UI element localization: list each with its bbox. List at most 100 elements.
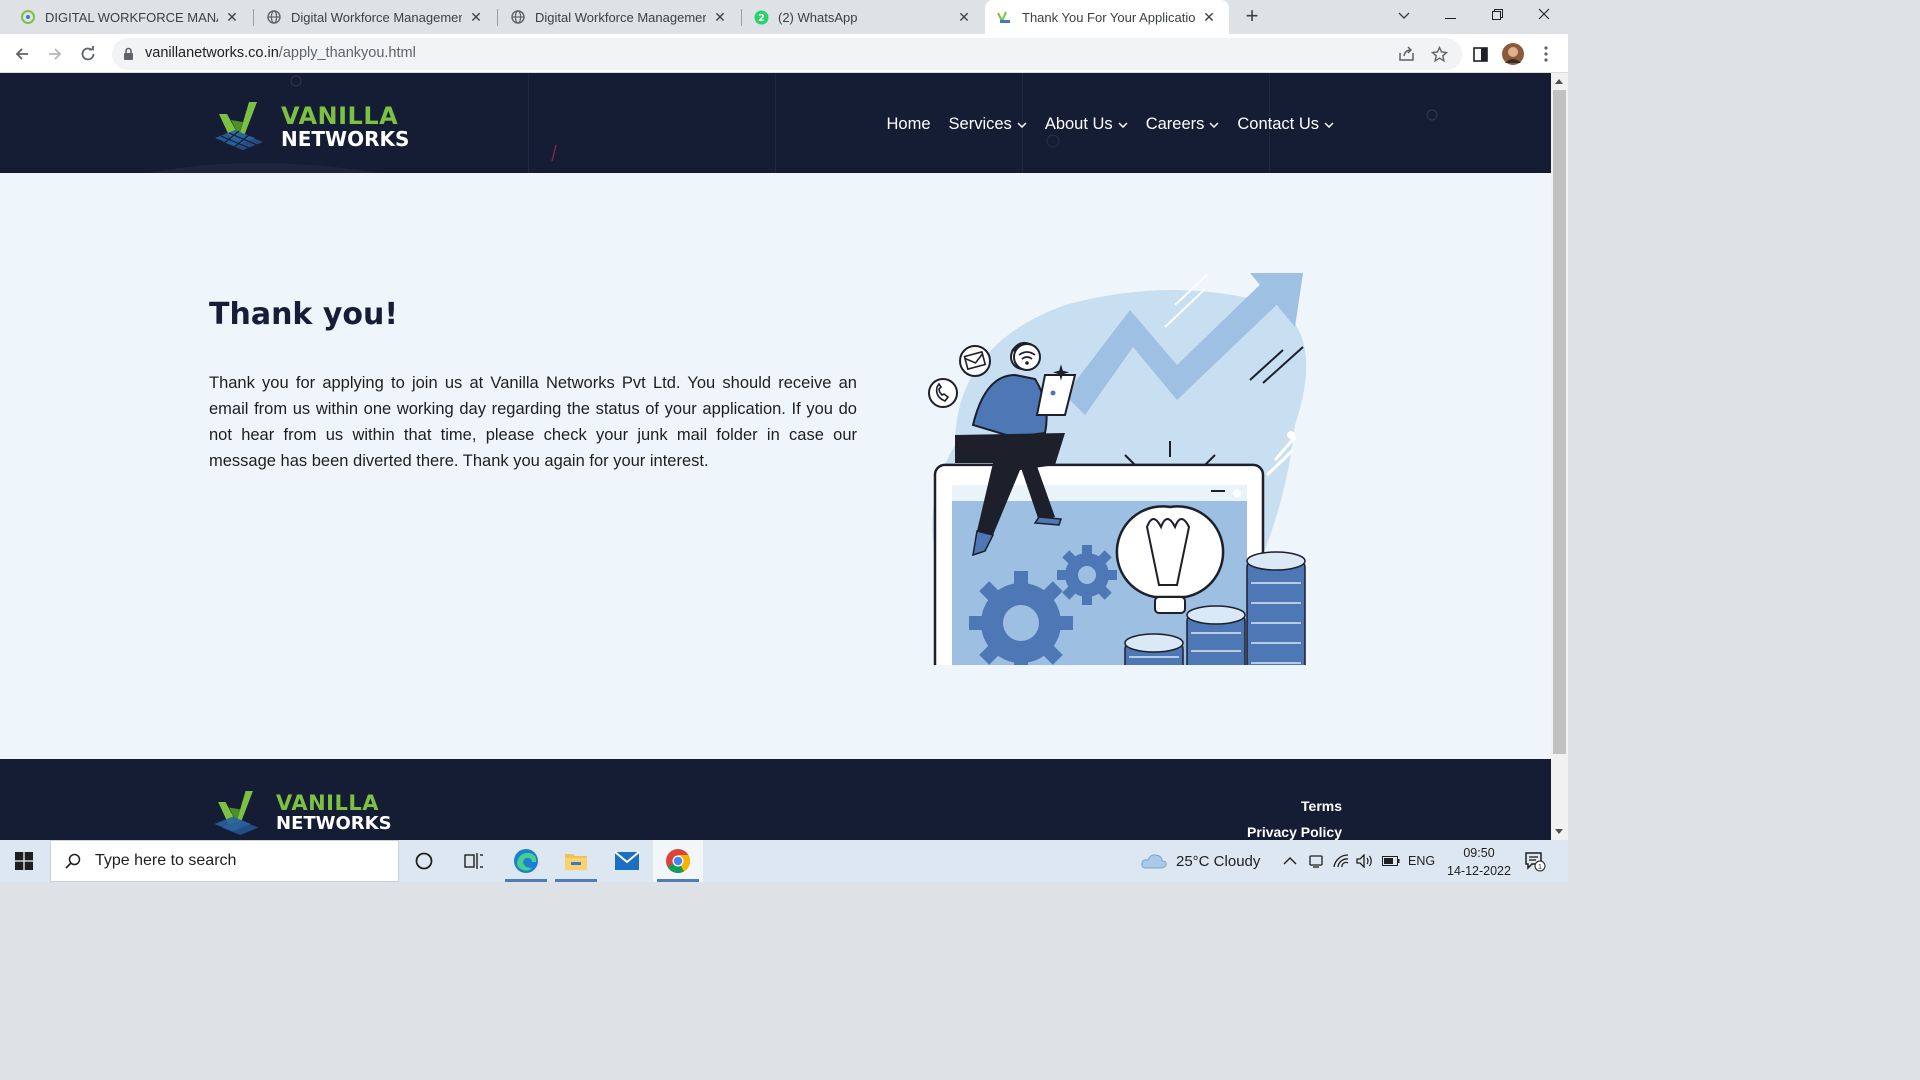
tab-title: DIGITAL WORKFORCE MANAGEMEN [45,9,218,25]
running-indicator [505,879,547,882]
notification-icon: 1 [1525,852,1546,872]
clock-date: 14-12-2022 [1447,864,1511,878]
thank-you-message: Thank you for applying to join us at Van… [209,374,857,470]
footer-link-terms[interactable]: Terms [1301,798,1342,814]
reload-button[interactable] [74,40,102,68]
nav-contact-us[interactable]: Contact Us [1237,115,1334,134]
nav-careers[interactable]: Careers [1146,115,1220,134]
weather-widget[interactable]: 25°C Cloudy [1140,840,1260,882]
site-logo[interactable]: VANILLA NETWORKS [209,100,409,152]
svg-text:1: 1 [1538,864,1542,871]
battery-icon[interactable] [1382,840,1400,882]
windows-start-button[interactable] [0,840,48,882]
task-view-button[interactable] [449,840,499,882]
show-hidden-icons-button[interactable] [1283,840,1297,882]
taskbar-mail[interactable] [602,840,652,882]
nav-label: Contact Us [1237,115,1319,133]
svg-text:2: 2 [758,13,765,24]
bookmark-star-icon[interactable] [1427,42,1451,66]
browser-tab[interactable]: 2 (2) WhatsApp ✕ [740,0,984,34]
browser-tab[interactable]: Digital Workforce Management S ✕ [496,0,740,34]
site-footer: VANILLA NETWORKS Terms Privacy Policy [0,759,1551,840]
nav-label: About Us [1044,115,1113,133]
chevron-down-icon [1324,121,1334,128]
taskbar-file-explorer[interactable] [551,840,601,882]
taskbar-edge[interactable] [501,840,551,882]
scroll-up-arrow-icon[interactable] [1555,79,1563,84]
nav-home[interactable]: Home [887,115,931,134]
search-icon [65,853,81,869]
profile-avatar[interactable] [1501,42,1525,66]
logo-text-networks: NETWORKS [276,813,392,834]
site-favicon-icon [20,9,36,25]
restore-window-button[interactable] [1474,0,1520,34]
footer-logo[interactable]: VANILLA NETWORKS [209,789,392,837]
lock-icon[interactable] [123,47,134,66]
taskbar-chrome[interactable] [653,840,703,882]
footer-link-privacy-policy[interactable]: Privacy Policy [1247,824,1342,840]
close-tab-icon[interactable]: ✕ [712,9,728,25]
logo-text-networks: NETWORKS [281,126,410,151]
new-tab-button[interactable]: + [1240,5,1264,29]
nav-label: Home [886,115,931,133]
cortana-button[interactable] [399,840,449,882]
weather-text: 25°C Cloudy [1176,852,1261,870]
nav-label: Services [948,115,1012,133]
cloud-icon [1141,854,1167,869]
page-scrollbar[interactable] [1551,73,1568,840]
main-navigation: Home Services About Us Careers Contact U… [887,115,1334,134]
scroll-down-arrow-icon[interactable] [1555,829,1563,834]
input-language[interactable]: ENG [1408,840,1435,882]
folder-icon [565,854,587,870]
close-tab-icon[interactable]: ✕ [224,9,240,25]
globe-icon [510,9,526,25]
chevron-up-icon [1283,857,1297,865]
chevron-down-icon [1017,121,1027,128]
wifi-icon[interactable] [1333,840,1349,882]
tab-search-chevron-icon[interactable] [1381,0,1427,34]
close-tab-icon[interactable]: ✕ [468,9,484,25]
browser-tab-active[interactable]: Thank You For Your Application ✕ [985,0,1229,34]
browser-tab[interactable]: DIGITAL WORKFORCE MANAGEMEN ✕ [0,0,252,34]
chevron-down-icon [1118,121,1128,128]
mail-icon [614,851,640,870]
address-bar[interactable]: vanillanetworks.co.in/apply_thankyou.htm… [112,38,1462,70]
forward-button[interactable] [41,40,69,68]
close-tab-icon[interactable]: ✕ [1201,9,1217,25]
close-tab-icon[interactable]: ✕ [956,9,972,25]
logo-mark-icon [215,102,263,150]
page-viewport: VANILLA NETWORKS Home Services About Us … [0,73,1551,840]
notification-center-button[interactable]: 1 [1524,840,1546,882]
tab-title: Thank You For Your Application [1022,9,1195,25]
tab-title: (2) WhatsApp [778,9,858,25]
nav-label: Careers [1145,115,1205,133]
page-title: Thank you! [209,297,399,332]
running-indicator [555,879,597,882]
windows-taskbar: Type here to search 25°C Cloudy ENG 09:5… [0,840,1568,882]
site-header: VANILLA NETWORKS Home Services About Us … [0,73,1551,173]
tab-title: Digital Workforce Management S [291,9,462,25]
taskbar-search-box[interactable]: Type here to search [50,840,399,882]
edge-icon [514,849,538,873]
browser-menu-icon[interactable] [1534,42,1558,66]
logo-text-vanilla: VANILLA [276,791,379,815]
taskbar-clock[interactable]: 09:50 14-12-2022 [1440,844,1518,880]
close-window-button[interactable] [1521,0,1567,34]
side-panel-icon[interactable] [1468,42,1492,66]
volume-icon[interactable] [1356,840,1374,882]
logo-mark-icon [214,791,259,835]
browser-tab[interactable]: Digital Workforce Management S ✕ [252,0,496,34]
back-button[interactable] [8,40,36,68]
share-icon[interactable] [1394,42,1418,66]
meet-now-icon[interactable] [1309,840,1323,882]
minimize-window-button[interactable] [1427,0,1473,34]
site-favicon-icon [997,9,1013,25]
nav-about-us[interactable]: About Us [1045,115,1128,134]
nav-services[interactable]: Services [949,115,1027,134]
url-text[interactable]: vanillanetworks.co.in/apply_thankyou.htm… [145,45,416,61]
cortana-circle-icon [415,852,433,870]
globe-icon [266,9,282,25]
scrollbar-thumb[interactable] [1553,90,1566,754]
browser-tab-strip: DIGITAL WORKFORCE MANAGEMEN ✕ Digital Wo… [0,0,1568,34]
growth-illustration [928,273,1307,665]
